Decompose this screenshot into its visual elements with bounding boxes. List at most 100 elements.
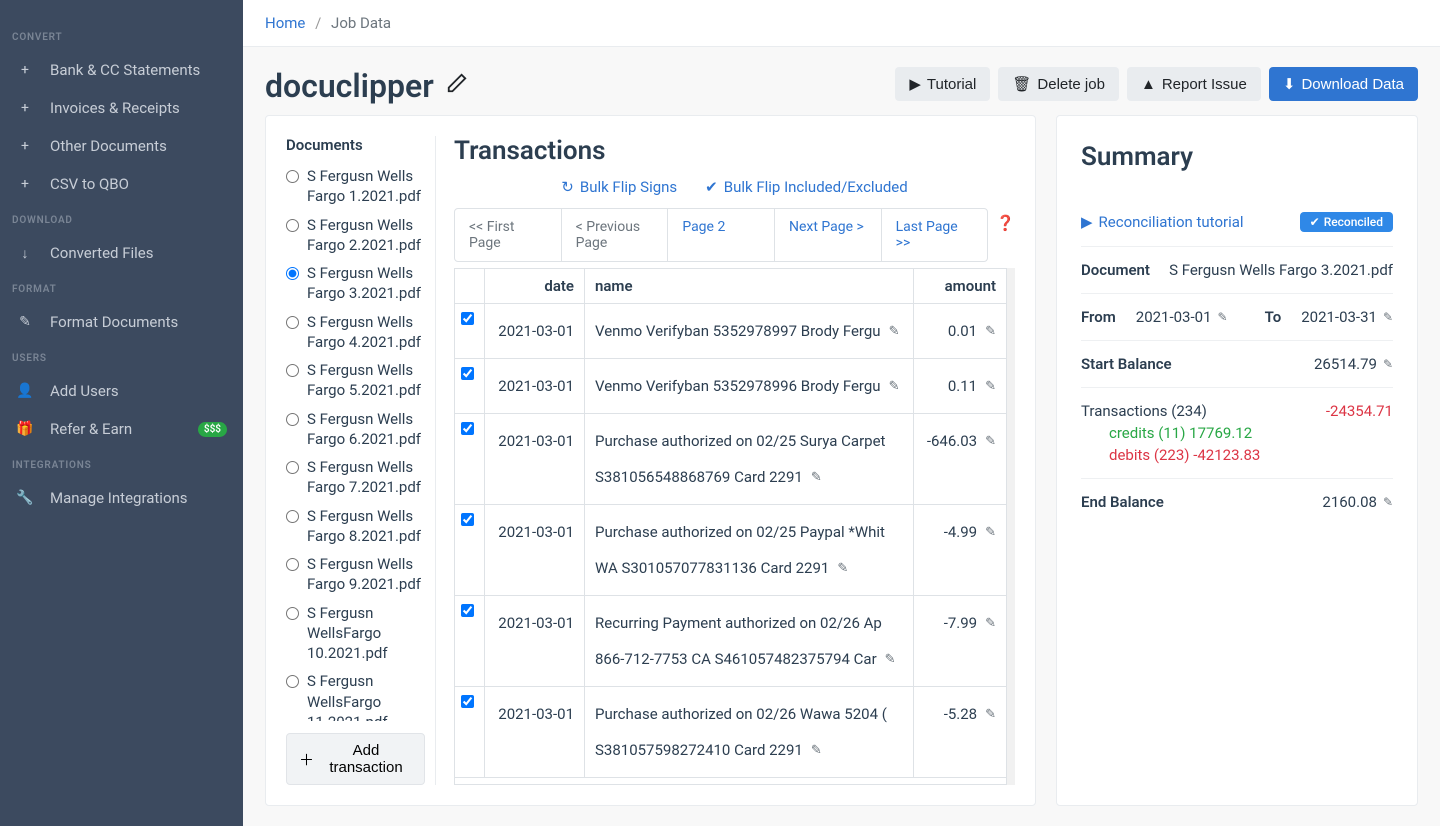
edit-amount-icon[interactable]: ✎ <box>985 324 996 339</box>
table-header: date name amount <box>455 269 1006 304</box>
refresh-icon: ↻ <box>561 178 574 196</box>
sidebar-item[interactable]: 🔧Manage Integrations <box>0 479 243 517</box>
edit-name-icon[interactable]: ✎ <box>811 470 822 485</box>
from-value-group: 2021-03-01 ✎ <box>1136 308 1228 326</box>
reconciliation-row: ▶ Reconciliation tutorial ✔ Reconciled <box>1081 198 1393 247</box>
row-checkbox[interactable] <box>461 513 474 526</box>
row-checkbox[interactable] <box>461 695 474 708</box>
edit-end-icon[interactable]: ✎ <box>1383 495 1393 509</box>
sidebar-item[interactable]: +Bank & CC Statements <box>0 51 243 89</box>
document-item[interactable]: S Fergusn Wells Fargo 3.2021.pdf <box>286 259 425 308</box>
document-item[interactable]: S Fergusn WellsFargo 11.2021.pdf <box>286 667 425 721</box>
document-name: S Fergusn Wells Fargo 5.2021.pdf <box>307 360 425 401</box>
sidebar-item[interactable]: +Invoices & Receipts <box>0 89 243 127</box>
edit-name-icon[interactable]: ✎ <box>837 561 848 576</box>
bulk-flip-signs[interactable]: ↻ Bulk Flip Signs <box>561 178 677 196</box>
edit-start-icon[interactable]: ✎ <box>1383 357 1393 371</box>
sidebar-section-title: USERS <box>0 341 243 372</box>
add-transaction-button[interactable]: ＋ Add transaction <box>286 733 425 785</box>
help-icon[interactable]: ❓ <box>996 208 1015 232</box>
page-title-text: docuclipper <box>265 67 434 105</box>
edit-name-icon[interactable]: ✎ <box>889 379 900 394</box>
name-text: S381057598272410 Card 2291 <box>595 741 803 759</box>
amount-value: -7.99 <box>944 614 977 632</box>
sidebar-item-icon: 🎁 <box>16 421 34 437</box>
edit-name-icon[interactable]: ✎ <box>889 324 900 339</box>
edit-name-icon[interactable]: ✎ <box>885 652 896 667</box>
document-item[interactable]: S Fergusn WellsFargo 10.2021.pdf <box>286 599 425 668</box>
sidebar-item-icon: 🔧 <box>16 490 34 506</box>
edit-title-icon[interactable] <box>446 72 468 100</box>
document-radio[interactable] <box>286 413 299 426</box>
breadcrumb-home[interactable]: Home <box>265 14 305 32</box>
edit-to-icon[interactable]: ✎ <box>1383 310 1393 324</box>
document-radio[interactable] <box>286 219 299 232</box>
document-item[interactable]: S Fergusn Wells Fargo 7.2021.pdf <box>286 453 425 502</box>
sidebar-item-label: CSV to QBO <box>50 175 129 193</box>
pager-prev[interactable]: < Previous Page <box>562 209 669 261</box>
document-radio[interactable] <box>286 461 299 474</box>
row-checkbox[interactable] <box>461 604 474 617</box>
delete-job-button[interactable]: 🗑 Delete job <box>998 67 1119 101</box>
document-radio[interactable] <box>286 267 299 280</box>
debits-line: debits (223) -42123.83 <box>1081 442 1393 464</box>
pager-page[interactable]: Page 2 <box>668 209 775 261</box>
document-name: S Fergusn Wells Fargo 6.2021.pdf <box>307 409 425 450</box>
amount-value: -5.28 <box>944 705 977 723</box>
sidebar-item[interactable]: ✎Format Documents <box>0 303 243 341</box>
tutorial-button[interactable]: ▶ Tutorial <box>895 67 990 101</box>
header-date: date <box>485 269 585 303</box>
play-icon: ▶ <box>1081 213 1093 231</box>
start-balance-value-group: 26514.79 ✎ <box>1314 355 1393 373</box>
download-data-button[interactable]: ⬇ Download Data <box>1269 67 1418 101</box>
document-item[interactable]: S Fergusn Wells Fargo 8.2021.pdf <box>286 502 425 551</box>
row-checkbox[interactable] <box>461 422 474 435</box>
document-item[interactable]: S Fergusn Wells Fargo 2.2021.pdf <box>286 211 425 260</box>
document-radio[interactable] <box>286 607 299 620</box>
document-item[interactable]: S Fergusn Wells Fargo 5.2021.pdf <box>286 356 425 405</box>
edit-amount-icon[interactable]: ✎ <box>985 707 996 722</box>
document-radio[interactable] <box>286 675 299 688</box>
edit-amount-icon[interactable]: ✎ <box>985 525 996 540</box>
name-line: 866-712-7753 CA S461057482375794 Car✎ <box>595 650 903 668</box>
sidebar-item[interactable]: +CSV to QBO <box>0 165 243 203</box>
amount-value: -646.03 <box>927 432 977 450</box>
pager-first[interactable]: << First Page <box>455 209 562 261</box>
end-balance-value: 2160.08 <box>1322 493 1377 511</box>
document-item[interactable]: S Fergusn Wells Fargo 6.2021.pdf <box>286 405 425 454</box>
document-item[interactable]: S Fergusn Wells Fargo 9.2021.pdf <box>286 550 425 599</box>
sidebar-item[interactable]: 🎁Refer & Earn$$$ <box>0 410 243 448</box>
table-scrollbar[interactable] <box>1007 268 1015 785</box>
document-name: S Fergusn Wells Fargo 8.2021.pdf <box>307 506 425 547</box>
document-radio[interactable] <box>286 510 299 523</box>
sidebar-item[interactable]: ↓Converted Files <box>0 234 243 272</box>
row-checkbox[interactable] <box>461 312 474 325</box>
summary-card: Summary ▶ Reconciliation tutorial ✔ Reco… <box>1056 115 1418 806</box>
document-radio[interactable] <box>286 170 299 183</box>
sidebar-item[interactable]: +Other Documents <box>0 127 243 165</box>
document-item[interactable]: S Fergusn Wells Fargo 4.2021.pdf <box>286 308 425 357</box>
edit-amount-icon[interactable]: ✎ <box>985 434 996 449</box>
document-radio[interactable] <box>286 558 299 571</box>
report-issue-button[interactable]: ▲ Report Issue <box>1127 67 1261 101</box>
document-item[interactable]: S Fergusn Wells Fargo 1.2021.pdf <box>286 162 425 211</box>
pager-last[interactable]: Last Page >> <box>882 209 988 261</box>
edit-amount-icon[interactable]: ✎ <box>985 616 996 631</box>
bulk-flip-included[interactable]: ✔ Bulk Flip Included/Excluded <box>705 178 908 196</box>
pager-next[interactable]: Next Page > <box>775 209 882 261</box>
row-checkbox[interactable] <box>461 367 474 380</box>
transactions-table: date name amount 2021-03-01Venmo Verifyb… <box>454 268 1007 785</box>
document-radio[interactable] <box>286 364 299 377</box>
edit-from-icon[interactable]: ✎ <box>1218 310 1228 324</box>
page-header: docuclipper ▶ Tutorial 🗑 Delete job ▲ Re… <box>243 47 1440 115</box>
reconciliation-tutorial[interactable]: ▶ Reconciliation tutorial <box>1081 213 1244 231</box>
edit-amount-icon[interactable]: ✎ <box>985 379 996 394</box>
name-line: Purchase authorized on 02/26 Wawa 5204 ( <box>595 705 903 723</box>
edit-name-icon[interactable]: ✎ <box>811 743 822 758</box>
page-title: docuclipper <box>265 67 468 105</box>
amount-value: 0.11 <box>948 377 977 395</box>
reconciled-badge: ✔ Reconciled <box>1300 212 1393 232</box>
document-radio[interactable] <box>286 316 299 329</box>
sidebar-item[interactable]: 👤Add Users <box>0 372 243 410</box>
trash-icon: 🗑 <box>1012 75 1031 93</box>
